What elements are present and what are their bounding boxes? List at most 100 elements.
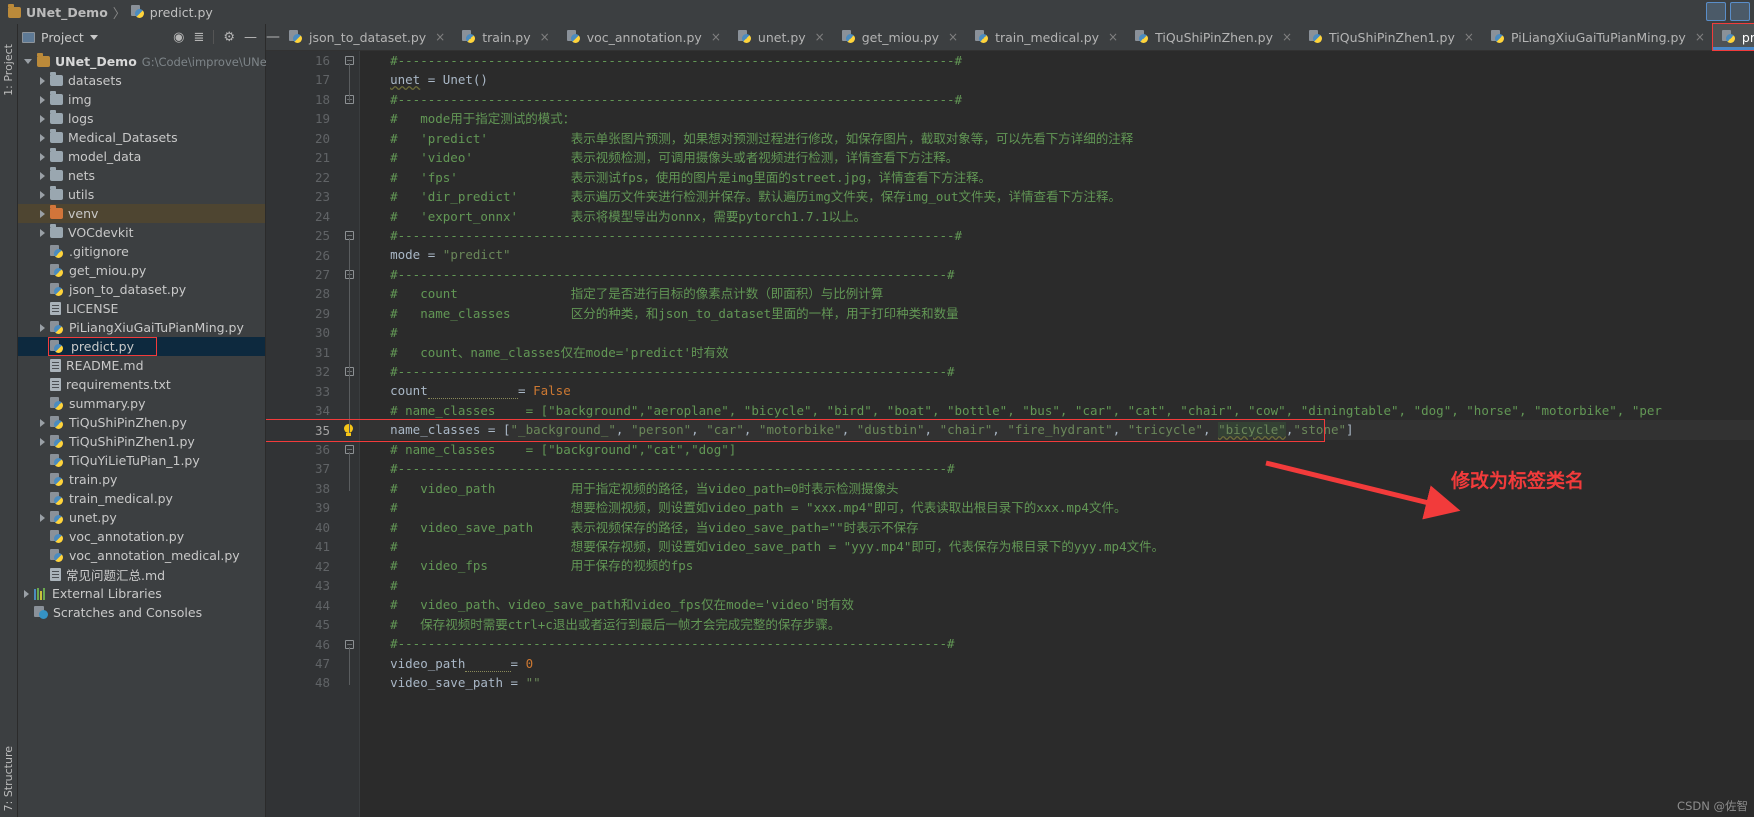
tool-button-structure[interactable]: 7: Structure — [2, 746, 15, 811]
tree-item-datasets[interactable]: datasets — [18, 71, 265, 90]
editor-tab-voc-annotation-py[interactable]: voc_annotation.py × — [558, 24, 729, 50]
code-line[interactable]: video_path = 0 — [360, 654, 1754, 673]
code-line[interactable]: # 'fps' 表示测试fps，使用的图片是img里面的street.jpg，详… — [360, 168, 1754, 187]
code-line[interactable]: # 想要检测视频，则设置如video_path = "xxx.mp4"即可，代表… — [360, 498, 1754, 517]
tool-button-project[interactable]: 1: Project — [2, 44, 15, 96]
chevron-down-icon[interactable] — [89, 34, 98, 40]
tree-item-img[interactable]: img — [18, 90, 265, 109]
code-line[interactable]: # — [360, 323, 1754, 342]
code-line[interactable]: # 'video' 表示视频检测，可调用摄像头或者视频进行检测，详情查看下方注释… — [360, 148, 1754, 167]
code-line[interactable]: name_classes = ["_background_", "person"… — [360, 420, 1754, 440]
code-line[interactable]: # name_classes = ["background","aeroplan… — [360, 401, 1754, 420]
tree-item-unet-demo[interactable]: UNet_Demo G:\Code\improve\UNet_Demo — [18, 52, 311, 71]
code-line[interactable]: #---------------------------------------… — [360, 51, 1754, 70]
code-line[interactable]: # 'dir_predict' 表示遍历文件夹进行检测并保存。默认遍历img文件… — [360, 187, 1754, 206]
code-line[interactable]: #---------------------------------------… — [360, 90, 1754, 109]
chevron-right-icon[interactable] — [40, 76, 45, 85]
tree-item-get-miou-py[interactable]: get_miou.py — [18, 261, 265, 280]
chevron-right-icon[interactable] — [40, 228, 45, 237]
tree-item-md[interactable]: 常见问题汇总.md — [18, 565, 265, 584]
run-button[interactable] — [1706, 2, 1726, 21]
tree-item-unet-py[interactable]: unet.py — [18, 508, 265, 527]
tree-item-voc-annotation-py[interactable]: voc_annotation.py — [18, 527, 265, 546]
code-line[interactable]: # count、name_classes仅在mode='predict'时有效 — [360, 343, 1754, 362]
code-line[interactable]: video_save_path = "" — [360, 673, 1754, 692]
chevron-down-icon[interactable] — [24, 59, 32, 64]
tree-item-train-py[interactable]: train.py — [18, 470, 265, 489]
tree-item-vocdevkit[interactable]: VOCdevkit — [18, 223, 265, 242]
editor-tab-piliangxiugaitupianming-py[interactable]: PiLiangXiuGaiTuPianMing.py × — [1482, 24, 1713, 50]
chevron-right-icon[interactable] — [40, 190, 45, 199]
tree-item-piliangxiugaitupianming-py[interactable]: PiLiangXiuGaiTuPianMing.py — [18, 318, 265, 337]
close-icon[interactable]: × — [711, 30, 721, 44]
code-folding-gutter[interactable]: −−−−−−− — [340, 51, 360, 817]
close-icon[interactable]: × — [1282, 30, 1292, 44]
tree-item-predict-py[interactable]: predict.py — [18, 337, 265, 356]
tree-item-logs[interactable]: logs — [18, 109, 265, 128]
close-icon[interactable]: × — [815, 30, 825, 44]
chevron-right-icon[interactable] — [40, 152, 45, 161]
chevron-right-icon[interactable] — [40, 133, 45, 142]
close-icon[interactable]: × — [540, 30, 550, 44]
tree-item-readme-md[interactable]: README.md — [18, 356, 265, 375]
editor-tab-tiqushipinzhen1-py[interactable]: TiQuShiPinZhen1.py × — [1300, 24, 1482, 50]
code-line[interactable]: # mode用于指定测试的模式： — [360, 109, 1754, 128]
chevron-right-icon[interactable] — [40, 513, 45, 522]
tree-item-summary-py[interactable]: summary.py — [18, 394, 265, 413]
chevron-right-icon[interactable] — [40, 95, 45, 104]
code-line[interactable]: # video_fps 用于保存的视频的fps — [360, 556, 1754, 575]
tabs-collapse-icon[interactable]: — — [266, 24, 280, 50]
editor-tab-train-py[interactable]: train.py × — [453, 24, 557, 50]
editor-tab-tiqushipinzhen-py[interactable]: TiQuShiPinZhen.py × — [1126, 24, 1300, 50]
editor-tab-train-medical-py[interactable]: train_medical.py × — [966, 24, 1126, 50]
hide-panel-icon[interactable]: — — [244, 31, 257, 44]
tree-item-gitignore[interactable]: .gitignore — [18, 242, 265, 261]
editor-tab-unet-py[interactable]: unet.py × — [729, 24, 833, 50]
code-line[interactable]: unet = Unet() — [360, 70, 1754, 89]
tree-item-tiquyilietupian-1-py[interactable]: TiQuYiLieTuPian_1.py — [18, 451, 265, 470]
code-line[interactable]: #---------------------------------------… — [360, 265, 1754, 284]
tree-item-tiqushipinzhen1-py[interactable]: TiQuShiPinZhen1.py — [18, 432, 265, 451]
code-line[interactable]: mode = "predict" — [360, 245, 1754, 264]
tree-item-nets[interactable]: nets — [18, 166, 265, 185]
chevron-right-icon[interactable] — [40, 437, 45, 446]
code-line[interactable]: # 'export_onnx' 表示将模型导出为onnx，需要pytorch1.… — [360, 207, 1754, 226]
chevron-right-icon[interactable] — [40, 418, 45, 427]
tree-item-venv[interactable]: venv — [18, 204, 265, 223]
tree-item-tiqushipinzhen-py[interactable]: TiQuShiPinZhen.py — [18, 413, 265, 432]
code-text-area[interactable]: #---------------------------------------… — [360, 51, 1754, 817]
chevron-right-icon[interactable] — [40, 209, 45, 218]
code-line[interactable]: # name_classes 区分的种类，和json_to_dataset里面的… — [360, 304, 1754, 323]
debug-button[interactable] — [1730, 2, 1750, 21]
code-line[interactable]: #---------------------------------------… — [360, 226, 1754, 245]
editor-tab-json-to-dataset-py[interactable]: json_to_dataset.py × — [280, 24, 453, 50]
chevron-right-icon[interactable] — [40, 114, 45, 123]
close-icon[interactable]: × — [1464, 30, 1474, 44]
tree-item-voc-annotation-medical-py[interactable]: voc_annotation_medical.py — [18, 546, 265, 565]
tree-item-model-data[interactable]: model_data — [18, 147, 265, 166]
code-line[interactable]: # video_path、video_save_path和video_fps仅在… — [360, 595, 1754, 614]
code-line[interactable]: #---------------------------------------… — [360, 362, 1754, 381]
breadcrumb-file[interactable]: predict.py — [150, 5, 213, 20]
close-icon[interactable]: × — [1695, 30, 1705, 44]
tree-item-scratches-and-consoles[interactable]: Scratches and Consoles — [18, 603, 265, 622]
scroll-from-source-icon[interactable]: ◉ — [173, 31, 184, 44]
code-line[interactable]: #---------------------------------------… — [360, 634, 1754, 653]
close-icon[interactable]: × — [1108, 30, 1118, 44]
code-line[interactable]: # 'predict' 表示单张图片预测，如果想对预测过程进行修改，如保存图片，… — [360, 129, 1754, 148]
editor-tab-predict-py[interactable]: predict.py× — [1711, 23, 1754, 51]
gear-icon[interactable]: ⚙ — [223, 31, 235, 44]
code-line[interactable]: # count 指定了是否进行目标的像素点计数（即面积）与比例计算 — [360, 284, 1754, 303]
tree-item-license[interactable]: LICENSE — [18, 299, 265, 318]
tree-item-external-libraries[interactable]: External Libraries — [18, 584, 265, 603]
code-line[interactable]: # video_save_path 表示视频保存的路径，当video_save_… — [360, 518, 1754, 537]
close-icon[interactable]: × — [435, 30, 445, 44]
collapse-all-icon[interactable]: ≣ — [193, 31, 204, 44]
code-line[interactable]: # 想要保存视频，则设置如video_save_path = "yyy.mp4"… — [360, 537, 1754, 556]
tree-item-train-medical-py[interactable]: train_medical.py — [18, 489, 265, 508]
chevron-right-icon[interactable] — [24, 589, 29, 598]
code-editor[interactable]: 16 17 18 19 20 21 22 23 24 25 26 27 28 29 30 31 32 33 34 35… — [266, 51, 1754, 817]
editor-tab-bar[interactable]: — json_to_dataset.py × train.py × voc_annota… — [266, 23, 1754, 51]
tree-item-json-to-dataset-py[interactable]: json_to_dataset.py — [18, 280, 265, 299]
code-line[interactable]: count = False — [360, 381, 1754, 400]
